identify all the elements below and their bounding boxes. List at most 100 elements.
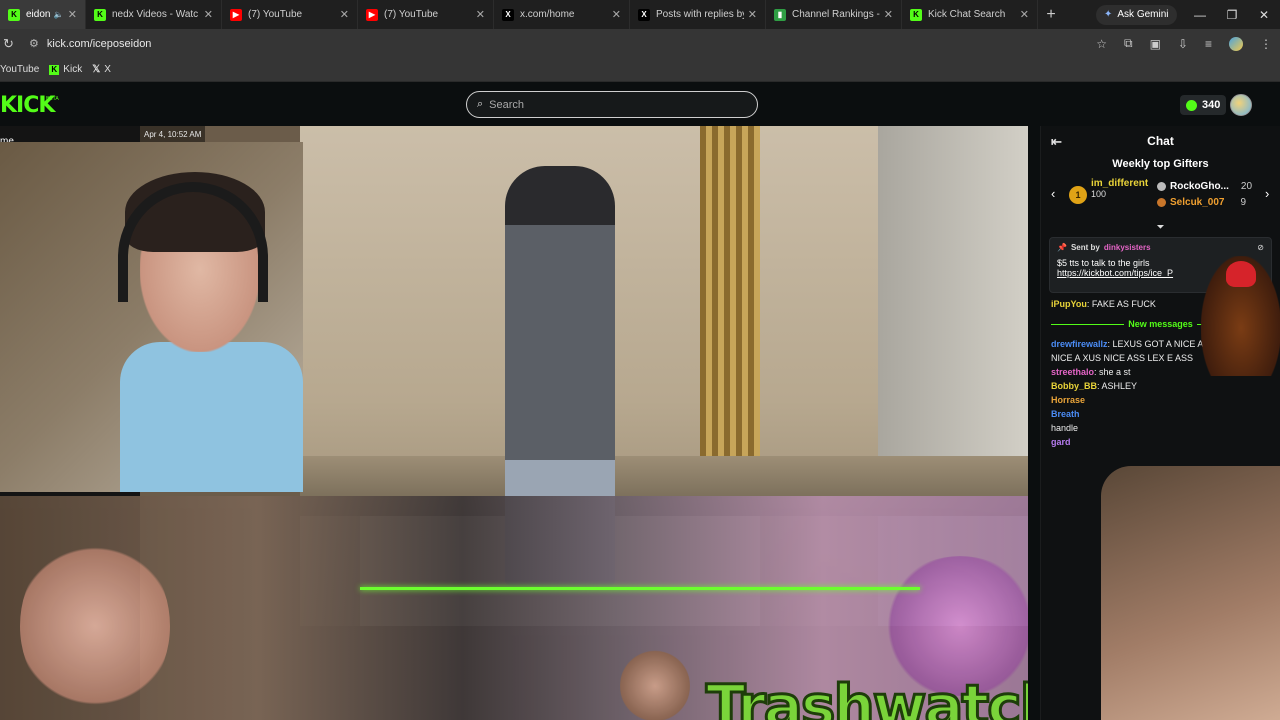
close-tab-icon[interactable]: ✕ xyxy=(476,8,485,21)
gifter-name: Selcuk_007 xyxy=(1170,196,1225,208)
audio-playing-icon[interactable]: 🔈 xyxy=(54,10,64,19)
bookmark-label: X xyxy=(104,64,111,75)
close-tab-icon[interactable]: ✕ xyxy=(748,8,757,21)
top-gifter[interactable]: 1 im_different 100 xyxy=(1069,178,1148,204)
menu-icon[interactable]: ⋮ xyxy=(1260,37,1272,51)
close-tab-icon[interactable]: ✕ xyxy=(884,8,893,21)
close-tab-icon[interactable]: ✕ xyxy=(612,8,621,21)
streamer-face-overlay xyxy=(1101,466,1280,720)
expand-pinned-icon[interactable]: ⏷ xyxy=(1041,222,1280,233)
rank-medal: 1 xyxy=(1069,186,1087,204)
user-avatar[interactable] xyxy=(1230,94,1252,116)
close-window-icon[interactable]: ✕ xyxy=(1248,0,1280,29)
search-icon: ⌕ xyxy=(477,98,484,110)
top-gifters: ‹ 1 im_different 100 RockoGho... 20 Selc… xyxy=(1041,176,1280,222)
webcam-overlay xyxy=(0,142,303,492)
browser-tab[interactable]: ▮ Channel Rankings - Kic ✕ xyxy=(766,0,902,29)
chat-message: Breath xyxy=(1051,407,1270,421)
rooster-comb xyxy=(1226,261,1256,287)
sent-by-label: Sent by xyxy=(1070,243,1100,252)
bookmark-label: Kick xyxy=(63,64,83,75)
cam-shirt xyxy=(120,342,303,492)
gifter-name: RockoGho... xyxy=(1170,180,1229,192)
gifter-count: 20 xyxy=(1240,180,1253,192)
pinned-sender[interactable]: dinkysisters xyxy=(1104,243,1151,252)
download-icon[interactable]: ⇩ xyxy=(1178,37,1188,51)
ask-gemini-button[interactable]: ✦ Ask Gemini xyxy=(1096,4,1177,25)
extensions-icon[interactable]: ⧉ xyxy=(1124,36,1133,51)
gifter-badge-icon xyxy=(1157,181,1166,191)
kick-icon: K xyxy=(910,8,922,21)
gifter-row[interactable]: Selcuk_007 9 xyxy=(1157,194,1252,210)
tab-title: x.com/home xyxy=(520,9,575,20)
chat-text: handle xyxy=(1051,423,1079,433)
video-player[interactable]: me Apr 4, 10:52 AM Trashwatch xyxy=(0,126,1028,720)
browser-tab[interactable]: Xx.com/home ✕ xyxy=(494,0,630,29)
bookmark-youtube[interactable]: YouTube xyxy=(0,64,39,75)
chevron-right-icon[interactable]: › xyxy=(1265,186,1269,201)
new-tab-button[interactable]: + xyxy=(1038,6,1064,24)
bookmark-star-icon[interactable]: ☆ xyxy=(1096,37,1107,51)
kick-icon: K xyxy=(8,8,20,21)
address-bar-row: ↻ ⚙ kick.com/iceposeidon ☆ ⧉ ▣ ⇩ ≡ ⋮ xyxy=(0,29,1280,58)
x-icon: 𝕏 xyxy=(92,64,101,75)
minimize-icon[interactable]: — xyxy=(1184,0,1216,29)
chat-username[interactable]: Horrase xyxy=(1051,395,1085,405)
chat-username[interactable]: streethalo xyxy=(1051,367,1094,377)
browser-tab[interactable]: X Posts with replies by Th ✕ xyxy=(630,0,766,29)
reload-icon[interactable]: ↻ xyxy=(3,36,21,52)
x-icon: X xyxy=(638,8,650,21)
cast-icon[interactable]: ▣ xyxy=(1150,37,1161,51)
close-tab-icon[interactable]: ✕ xyxy=(1020,8,1029,21)
collapse-chat-icon[interactable]: ⇤ xyxy=(1051,134,1062,150)
bookmarks-bar: YouTube K Kick 𝕏 X xyxy=(0,58,1280,82)
omnibox[interactable]: ⚙ kick.com/iceposeidon xyxy=(29,37,151,51)
trashwatch-overlay-text: Trashwatch xyxy=(705,671,1028,720)
chat-username[interactable]: Bobby_BB xyxy=(1051,381,1097,391)
profile-avatar[interactable] xyxy=(1229,36,1243,51)
chat-username[interactable]: Breath xyxy=(1051,409,1080,419)
gifter-row[interactable]: RockoGho... 20 xyxy=(1157,178,1252,194)
unpin-icon[interactable]: ⊘ xyxy=(1257,243,1264,252)
other-gifters: RockoGho... 20 Selcuk_007 9 xyxy=(1157,178,1252,210)
browser-tab[interactable]: Knedx Videos - Watc ✕ xyxy=(86,0,222,29)
tab-title: Channel Rankings - Kic xyxy=(792,9,880,20)
close-tab-icon[interactable]: ✕ xyxy=(68,8,77,21)
chat-message: Bobby_BB: ASHLEY xyxy=(1051,379,1270,393)
chat-header: ⇤ Chat xyxy=(1041,126,1280,156)
media-icon[interactable]: ≡ xyxy=(1205,37,1212,51)
kick-icon: K xyxy=(49,64,60,75)
toolbar-icons: ☆ ⧉ ▣ ⇩ ≡ ⋮ xyxy=(1096,29,1272,58)
scene-curtain xyxy=(700,126,760,496)
chat-message: gard xyxy=(1051,435,1270,449)
maximize-icon[interactable]: ❐ xyxy=(1216,0,1248,29)
search-input[interactable]: ⌕ Search xyxy=(466,91,758,118)
chat-username[interactable]: gard xyxy=(1051,437,1071,447)
bookmark-x[interactable]: 𝕏 X xyxy=(92,64,111,75)
site-info-icon[interactable]: ⚙ xyxy=(29,37,39,50)
browser-tab[interactable]: ▶ (7) YouTube ✕ xyxy=(358,0,494,29)
gifter-name: im_different xyxy=(1091,178,1149,189)
browser-tab-strip: Keidon Stream🔈 ✕ Knedx Videos - Watc ✕ ▶ (7) … xyxy=(0,0,1280,29)
gifter-count: 100 xyxy=(1091,189,1107,199)
chat-username[interactable]: drewfirewallz xyxy=(1051,339,1108,349)
chat-title: Chat xyxy=(1147,134,1174,148)
browser-tab[interactable]: Keidon Stream🔈 ✕ xyxy=(0,0,86,29)
chat-message: Horrase xyxy=(1051,393,1270,407)
chat-username[interactable]: iPupYou xyxy=(1051,299,1087,309)
gifters-title: Weekly top Gifters xyxy=(1112,158,1209,170)
tab-list: Keidon Stream🔈 ✕ Knedx Videos - Watc ✕ ▶ (7) … xyxy=(0,0,1038,29)
bookmark-kick[interactable]: K Kick xyxy=(49,64,82,75)
close-tab-icon[interactable]: ✕ xyxy=(340,8,349,21)
chevron-left-icon[interactable]: ‹ xyxy=(1051,186,1055,201)
channel-points[interactable]: 340 xyxy=(1180,95,1227,115)
x-icon: X xyxy=(502,8,514,21)
pin-icon: 📌 xyxy=(1057,243,1067,252)
browser-tab[interactable]: K Kick Chat Search ✕ xyxy=(902,0,1038,29)
tab-title: eidon Stream xyxy=(26,9,52,20)
stream-timestamp: Apr 4, 10:52 AM xyxy=(140,126,206,142)
window-controls: — ❐ ✕ xyxy=(1184,0,1280,29)
close-tab-icon[interactable]: ✕ xyxy=(204,8,213,21)
tab-title: nedx Videos - Watc xyxy=(112,9,199,20)
browser-tab[interactable]: ▶ (7) YouTube ✕ xyxy=(222,0,358,29)
